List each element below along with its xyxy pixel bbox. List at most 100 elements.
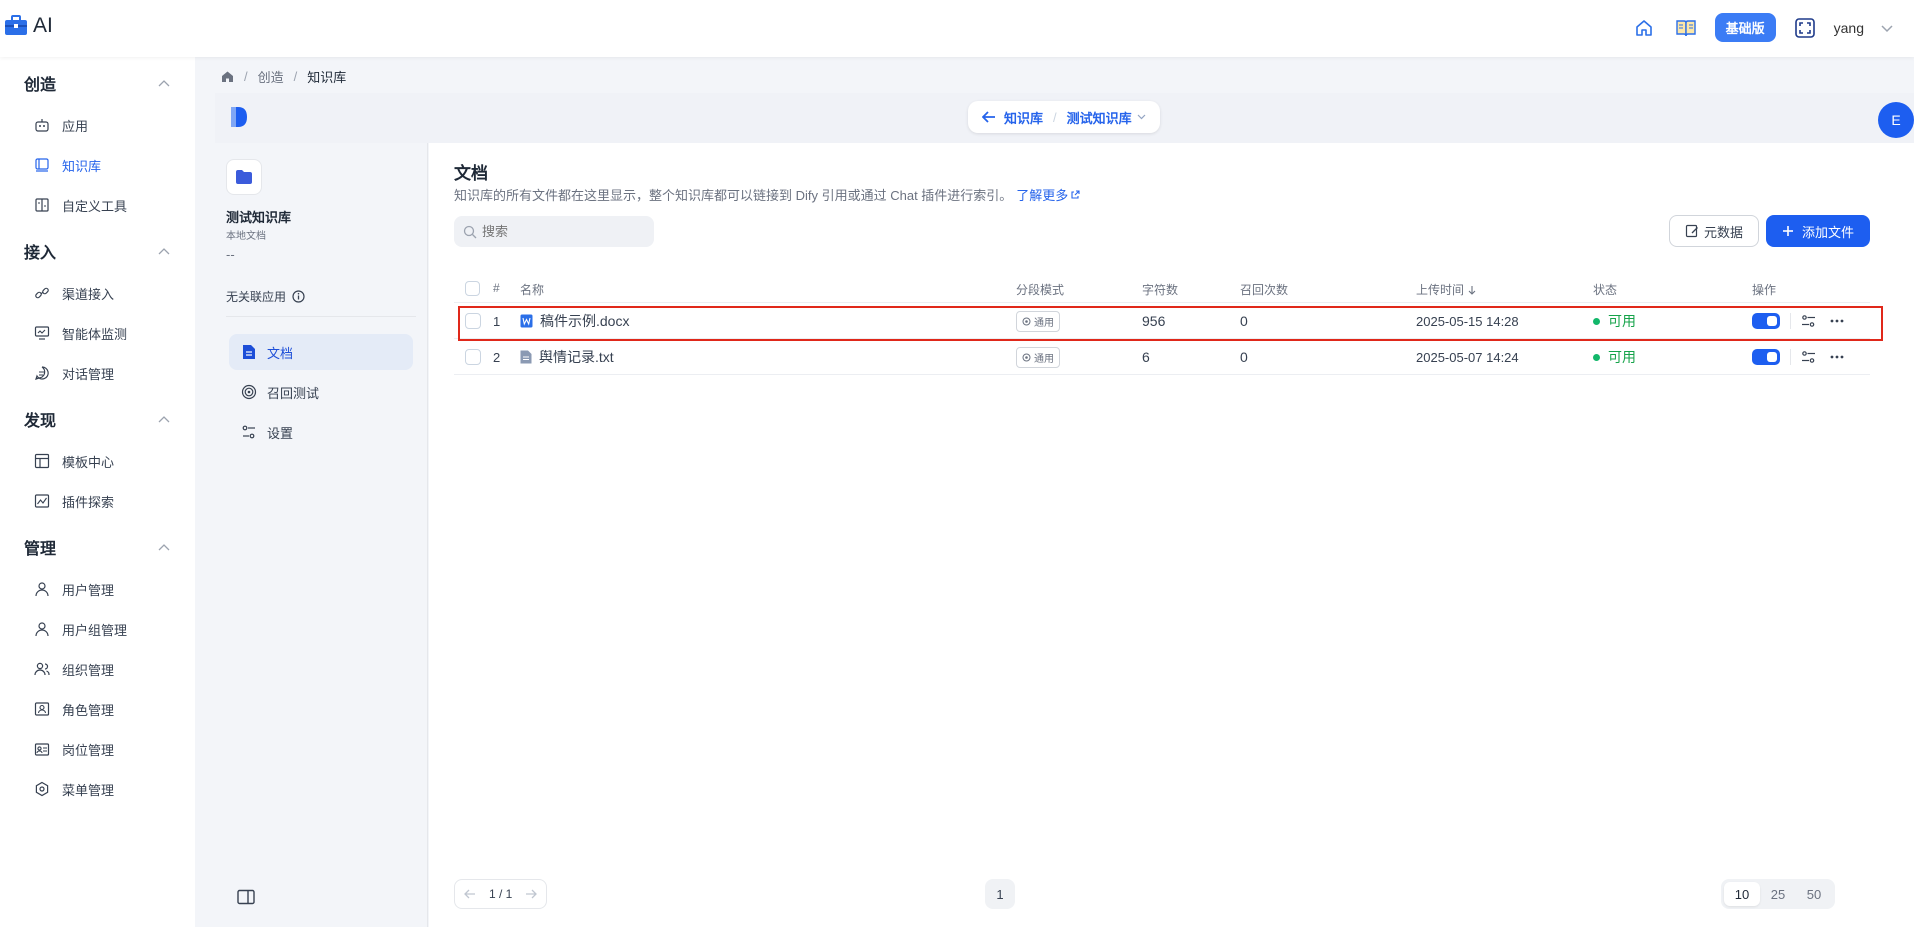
sidebar-item-conversations[interactable]: 对话管理 [34, 358, 114, 388]
file-name[interactable]: 稿件示例.docx [540, 311, 629, 331]
sidebar-item-plugins[interactable]: 插件探索 [34, 486, 114, 516]
arrow-left-icon[interactable] [459, 883, 481, 905]
row-divider [454, 374, 1870, 375]
enable-toggle[interactable] [1752, 349, 1780, 365]
sidebar-item-label: 岗位管理 [62, 742, 115, 758]
document-icon [241, 344, 257, 360]
group-title-discover[interactable]: 发现 [24, 407, 56, 431]
hits-cell: 0 [1240, 313, 1248, 329]
search-box[interactable] [454, 216, 654, 247]
sidebar-item-users[interactable]: 用户管理 [34, 574, 114, 604]
username[interactable]: yang [1834, 20, 1864, 36]
upload-time-label: 上传时间 [1416, 283, 1465, 297]
home-icon[interactable] [1631, 15, 1657, 41]
avatar[interactable]: E [1878, 102, 1914, 138]
tab-documents[interactable]: 文档 [229, 334, 413, 370]
briefcase-icon [4, 15, 28, 37]
arrow-left-icon[interactable] [982, 111, 996, 123]
sidebar-item-label: 菜单管理 [62, 782, 115, 798]
more-icon[interactable] [1830, 319, 1844, 323]
divider [1790, 313, 1791, 329]
group-title-access[interactable]: 接入 [24, 239, 56, 263]
sidebar-item-channel[interactable]: 渠道接入 [34, 278, 114, 308]
chevron-up-icon[interactable] [158, 543, 170, 551]
info-icon[interactable] [292, 290, 305, 303]
select-all-checkbox[interactable] [465, 281, 480, 296]
sidebar: 创造 应用 知识库 自定义工具 接入 渠道接入 智能体监测 对话管理 发现 模板… [0, 57, 195, 927]
position-icon [34, 741, 50, 757]
file-name-cell[interactable]: 舆情记录.txt [520, 339, 614, 375]
more-icon[interactable] [1830, 355, 1844, 359]
sidebar-item-agent-monitor[interactable]: 智能体监测 [34, 318, 127, 348]
column-header-upload-time[interactable]: 上传时间 [1416, 281, 1476, 298]
tab-retrieval-test[interactable]: 召回测试 [229, 374, 413, 410]
tab-label: 文档 [267, 345, 294, 361]
metadata-button[interactable]: 元数据 [1669, 215, 1759, 247]
enable-toggle[interactable] [1752, 313, 1780, 329]
sidebar-item-roles[interactable]: 角色管理 [34, 694, 114, 724]
back-to-knowledge[interactable]: 知识库 [1004, 108, 1043, 127]
breadcrumb-current: 知识库 [307, 70, 347, 85]
tab-settings[interactable]: 设置 [229, 414, 413, 450]
collapse-panel-icon[interactable] [237, 889, 255, 905]
external-link-icon[interactable] [1070, 189, 1080, 200]
group-title-create[interactable]: 创造 [24, 71, 56, 95]
folder-icon [226, 159, 262, 195]
search-input[interactable] [482, 224, 632, 239]
sidebar-item-apps[interactable]: 应用 [34, 110, 88, 140]
add-file-button[interactable]: 添加文件 [1766, 215, 1870, 247]
sidebar-item-knowledge[interactable]: 知识库 [34, 150, 101, 180]
page-size-option[interactable]: 10 [1724, 882, 1760, 906]
book-icon[interactable] [1673, 15, 1699, 41]
chevron-down-icon[interactable] [1880, 23, 1894, 33]
sidebar-item-user-groups[interactable]: 用户组管理 [34, 614, 127, 644]
edition-badge[interactable]: 基础版 [1714, 13, 1776, 42]
txt-file-icon [520, 350, 532, 364]
page-size-option[interactable]: 50 [1796, 882, 1832, 906]
column-header-mode: 分段模式 [1016, 283, 1065, 297]
row-checkbox[interactable] [465, 303, 481, 339]
edit-icon [1685, 224, 1699, 238]
chevron-up-icon[interactable] [158, 79, 170, 87]
page-size-option[interactable]: 25 [1760, 882, 1796, 906]
learn-more-link[interactable]: 了解更多 [1016, 185, 1068, 204]
sidebar-item-organizations[interactable]: 组织管理 [34, 654, 114, 684]
settings-sliders-icon [241, 424, 257, 440]
chevron-up-icon[interactable] [158, 415, 170, 423]
arrow-right-icon[interactable] [520, 883, 542, 905]
dify-logo-icon [229, 105, 249, 129]
fullscreen-icon[interactable] [1792, 15, 1818, 41]
home-icon[interactable] [221, 70, 234, 83]
breadcrumb-separator: / [244, 69, 248, 84]
sidebar-item-label: 用户管理 [62, 582, 115, 598]
chevron-up-icon[interactable] [158, 247, 170, 255]
mode-tag: 通用 [1016, 346, 1060, 368]
app-logo[interactable]: AI [4, 14, 53, 38]
sidebar-item-menus[interactable]: 菜单管理 [34, 774, 114, 804]
sidebar-item-positions[interactable]: 岗位管理 [34, 734, 114, 764]
column-header-index: # [493, 281, 500, 295]
chevron-down-icon[interactable] [1137, 114, 1146, 120]
group-title-manage[interactable]: 管理 [24, 535, 56, 559]
breadcrumb-item[interactable]: 创造 [258, 67, 284, 86]
row-checkbox[interactable] [465, 339, 481, 375]
column-header-chars: 字符数 [1142, 283, 1179, 297]
target-icon [241, 384, 257, 400]
page-number-button[interactable]: 1 [985, 879, 1015, 909]
sidebar-item-custom-tools[interactable]: 自定义工具 [34, 190, 127, 220]
settings-sliders-icon[interactable] [1801, 314, 1816, 328]
breadcrumb-separator: / [293, 69, 298, 84]
sidebar-item-templates[interactable]: 模板中心 [34, 446, 114, 476]
settings-sliders-icon[interactable] [1801, 350, 1816, 364]
sidebar-item-label: 智能体监测 [62, 326, 128, 342]
dataset-switcher[interactable]: 知识库 / 测试知识库 [968, 101, 1160, 133]
mode-cell: 通用 [1016, 339, 1060, 375]
current-dataset[interactable]: 测试知识库 [1067, 108, 1132, 127]
file-name[interactable]: 舆情记录.txt [539, 347, 614, 367]
arrow-down-icon[interactable] [1468, 285, 1476, 295]
file-name-cell[interactable]: 稿件示例.docx [520, 303, 629, 339]
table-row[interactable]: 2 舆情记录.txt 通用 6 0 2025-05-07 14:24 可用 [454, 339, 1870, 375]
table-row[interactable]: 1 稿件示例.docx 通用 956 0 2025-05-15 14:28 可用 [454, 303, 1870, 339]
plus-icon [1782, 225, 1794, 237]
status-text: 可用 [1608, 349, 1636, 365]
